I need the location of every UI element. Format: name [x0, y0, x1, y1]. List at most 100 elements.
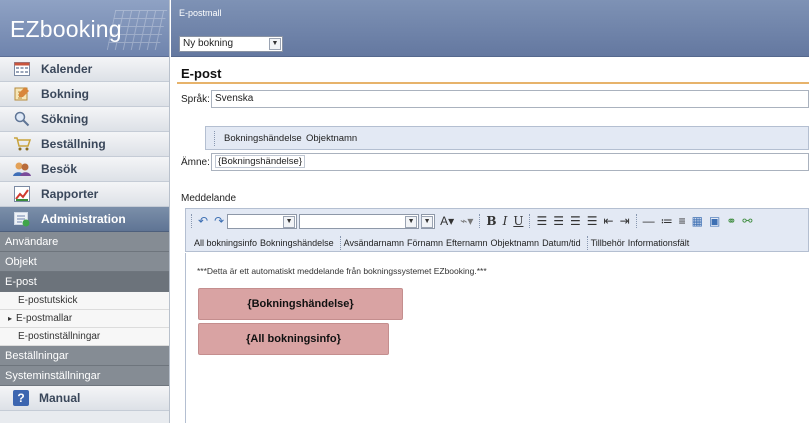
format-select[interactable]: ▼ [421, 213, 436, 229]
placeholder-objektnamn[interactable]: Objektnamn [306, 133, 357, 144]
placeholder-bokningshandelse[interactable]: Bokningshändelse [224, 133, 302, 144]
subsub-label: E-postinställningar [18, 331, 101, 342]
unordered-list-icon[interactable]: ≡ [679, 214, 686, 228]
bold-icon[interactable]: B [486, 214, 496, 228]
nav-item-rapporter[interactable]: Rapporter [0, 182, 169, 207]
toolbar-separator [586, 236, 588, 250]
nav-label: Rapporter [41, 187, 99, 201]
insert-all-bokningsinfo[interactable]: All bokningsinfo [194, 238, 257, 248]
underline-icon[interactable]: U [513, 214, 523, 228]
calendar-icon [13, 60, 31, 78]
tag-block-bokningshandelse[interactable]: {Bokningshändelse} [198, 288, 403, 320]
search-icon [13, 110, 31, 128]
language-field[interactable]: Svenska [211, 90, 809, 108]
insert-fornamn[interactable]: Förnamn [407, 238, 443, 248]
horizontal-rule-icon[interactable]: — [643, 214, 655, 228]
nav-item-sokning[interactable]: Sökning [0, 107, 169, 132]
insert-objektnamn[interactable]: Objektnamn [491, 238, 540, 248]
align-left-icon[interactable]: ☰ [536, 214, 547, 228]
nav-item-kalender[interactable]: Kalender [0, 57, 169, 82]
chevron-down-icon: ▼ [283, 215, 296, 228]
main-area: E-postmall Ny bokning ▼ E-post Språk: Sv… [171, 0, 809, 423]
breadcrumb: E-postmall [179, 8, 222, 18]
triangle-right-icon: ▸ [8, 314, 13, 323]
italic-icon[interactable]: I [503, 214, 508, 228]
sub-item-systeminstallningar[interactable]: Systeminställningar [0, 366, 169, 386]
nav-item-bokning[interactable]: Bokning [0, 82, 169, 107]
font-family-select[interactable]: ▼ [227, 213, 298, 229]
align-right-icon[interactable]: ☰ [570, 214, 581, 228]
table-icon[interactable]: ▦ [692, 214, 703, 228]
toolbar-separator [635, 214, 637, 228]
indent-icon[interactable]: ⇥ [620, 214, 630, 228]
nav-item-administration[interactable]: Administration [0, 207, 169, 232]
chevron-down-icon: ▼ [269, 38, 281, 50]
image-icon[interactable]: ▣ [709, 214, 720, 228]
insert-efternamn[interactable]: Efternamn [446, 238, 488, 248]
insert-bokningshandelse[interactable]: Bokningshändelse [260, 238, 334, 248]
nav-label: Sökning [41, 112, 89, 126]
calendar-grid-icon [106, 10, 168, 50]
subject-label: Ämne: [181, 157, 210, 168]
help-icon: ? [13, 390, 29, 406]
subsub-item-epostinstallningar[interactable]: E-postinställningar [0, 328, 169, 346]
toolbar-grip [214, 131, 216, 146]
admin-icon [13, 210, 31, 228]
message-editor[interactable]: ***Detta är ett automatiskt meddelande f… [185, 253, 809, 423]
template-select[interactable]: Ny bokning ▼ [179, 36, 283, 52]
toolbar-grip [191, 214, 192, 228]
template-select-value: Ny bokning [183, 38, 234, 49]
cart-icon [13, 135, 31, 153]
tag-block-all-bokningsinfo[interactable]: {All bokningsinfo} [198, 323, 389, 355]
tag-block-text: {Bokningshändelse} [247, 298, 354, 310]
sub-item-epost[interactable]: E-post [0, 272, 169, 292]
ordered-list-icon[interactable]: ≔ [661, 214, 673, 228]
insert-informationsfalt[interactable]: Informationsfält [628, 238, 690, 248]
insert-avsandarnamn[interactable]: Avsändarnamn [344, 238, 404, 248]
header-bar: E-postmall Ny bokning ▼ [171, 0, 809, 57]
nav-label: Administration [41, 212, 126, 226]
subsub-label: E-postutskick [18, 295, 78, 306]
align-center-icon[interactable]: ☰ [553, 214, 564, 228]
unlink-icon[interactable]: ⚯ [742, 214, 752, 228]
language-label: Språk: [181, 94, 210, 105]
highlight-icon[interactable]: ⌁▾ [460, 214, 473, 228]
text-color-icon[interactable]: A▾ [440, 214, 454, 228]
link-icon[interactable]: ⚭ [726, 214, 736, 228]
toolbar-separator [479, 214, 481, 228]
toolbar-separator [339, 236, 341, 250]
subsub-item-epostmallar[interactable]: ▸ E-postmallar [0, 310, 169, 328]
page-title: E-post [181, 66, 222, 81]
nav-label: Beställning [41, 137, 106, 151]
editor-toolbar: ↶ ↷ ▼ ▼ ▼ A▾ ⌁▾ B I U ☰ ☰ ☰ ☰ ⇤ ⇥ — ≔ ≡ … [185, 208, 809, 252]
insert-field-row: All bokningsinfo Bokningshändelse Avsänd… [194, 236, 809, 250]
sidebar: EZbooking Kalender Bokning Sökning Bestä… [0, 0, 170, 423]
subsub-item-epostutskick[interactable]: E-postutskick [0, 292, 169, 310]
nav-item-besok[interactable]: Besök [0, 157, 169, 182]
nav-label: Bokning [41, 87, 89, 101]
automatic-notice-text: ***Detta är ett automatiskt meddelande f… [197, 266, 487, 276]
title-underline [177, 82, 809, 84]
undo-icon[interactable]: ↶ [198, 214, 208, 228]
chevron-down-icon: ▼ [405, 215, 418, 228]
insert-tillbehor[interactable]: Tillbehör [591, 238, 625, 248]
sub-item-anvandare[interactable]: Användare [0, 232, 169, 252]
nav-item-manual[interactable]: ? Manual [0, 386, 169, 411]
align-justify-icon[interactable]: ☰ [587, 214, 598, 228]
nav-label: Besök [41, 162, 78, 176]
redo-icon[interactable]: ↷ [214, 214, 224, 228]
placeholder-toolbar: Bokningshändelse Objektnamn [205, 126, 809, 150]
nav-label: Kalender [41, 62, 93, 76]
sub-item-bestallningar[interactable]: Beställningar [0, 346, 169, 366]
language-value: Svenska [215, 93, 254, 104]
font-size-select[interactable]: ▼ [299, 213, 420, 229]
outdent-icon[interactable]: ⇤ [604, 214, 614, 228]
nav-item-bestallning[interactable]: Beställning [0, 132, 169, 157]
visitors-icon [13, 160, 31, 178]
subsub-label: E-postmallar [16, 313, 73, 324]
subject-field[interactable]: {Bokningshändelse} [211, 153, 809, 171]
sub-item-objekt[interactable]: Objekt [0, 252, 169, 272]
logo[interactable]: EZbooking [0, 0, 169, 57]
insert-datum-tid[interactable]: Datum/tid [542, 238, 581, 248]
report-icon [13, 185, 31, 203]
